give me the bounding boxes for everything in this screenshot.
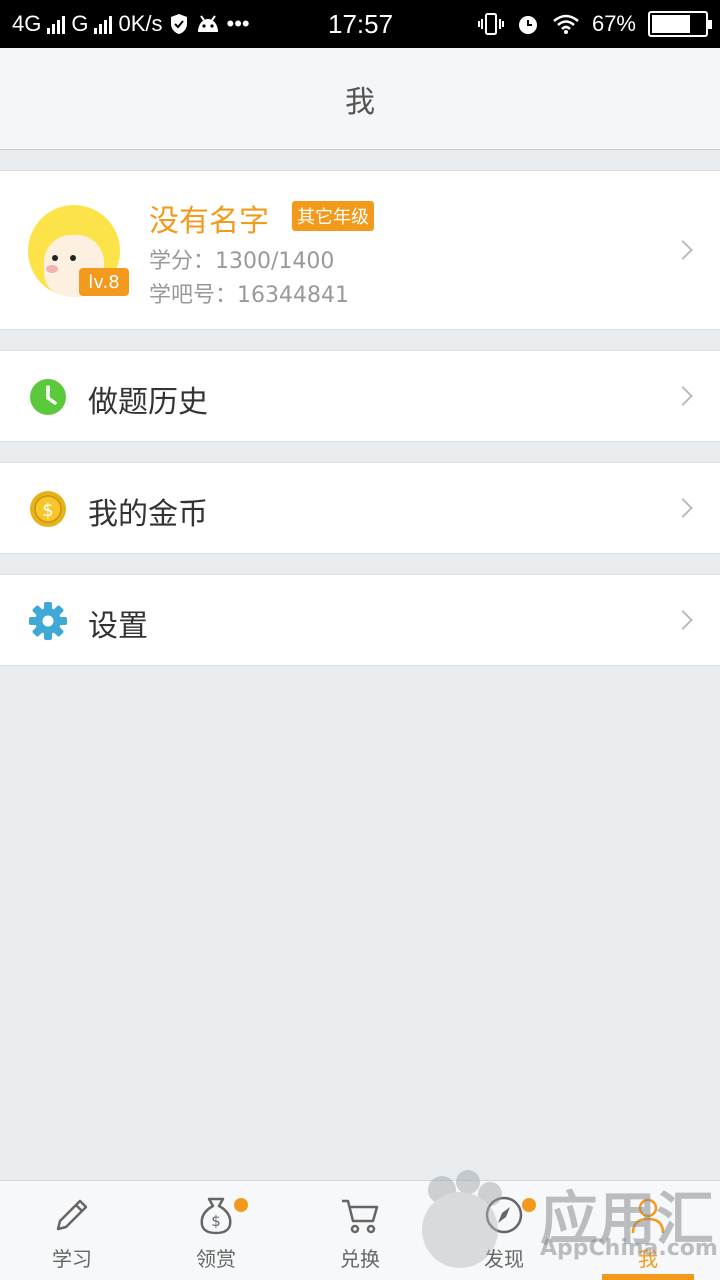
chevron-right-icon <box>673 498 693 518</box>
more-notifications-icon: ••• <box>226 11 250 36</box>
battery-percent: 67% <box>591 11 636 36</box>
tab-label: 兑换 <box>340 1247 380 1271</box>
notification-dot <box>234 1198 248 1212</box>
tab-label: 学习 <box>52 1247 92 1271</box>
page-header: 我 <box>0 48 720 150</box>
status-right: 67% <box>477 0 712 48</box>
clock-icon <box>30 379 66 415</box>
coin-icon: $ <box>30 491 66 527</box>
notification-dot <box>522 1198 536 1212</box>
avatar-eye-right <box>70 255 76 261</box>
menu-item-label: 设置 <box>88 609 148 644</box>
svg-text:$: $ <box>42 500 53 521</box>
pencil-icon <box>56 1199 88 1231</box>
menu-item-label: 做题历史 <box>88 385 208 420</box>
profile-name[interactable]: 没有名字 <box>149 196 269 240</box>
compass-icon <box>485 1196 523 1234</box>
avatar-cheek <box>46 265 58 273</box>
gear-icon <box>29 602 67 640</box>
money-bag-icon: $ <box>200 1197 232 1235</box>
alarm-icon <box>518 16 537 34</box>
status-time: 17:57 <box>328 9 394 39</box>
active-tab-indicator <box>602 1274 694 1280</box>
avatar-eye-left <box>52 255 58 261</box>
menu-item-label: 我的金币 <box>88 497 208 532</box>
tab-label: 我 <box>638 1247 658 1271</box>
status-bar: 4G G 0K/s ••• 17:57 67% <box>0 0 720 48</box>
profile-card[interactable] <box>0 170 720 330</box>
status-left: 4G G 0K/s ••• <box>12 11 250 37</box>
cart-icon <box>342 1199 379 1234</box>
person-icon <box>631 1198 665 1234</box>
android-icon <box>197 15 218 32</box>
signal-icon <box>47 14 66 34</box>
grade-badge: 其它年级 <box>292 201 374 231</box>
net-speed: 0K/s <box>118 11 163 36</box>
menu-item-settings[interactable]: 设置 <box>0 574 720 666</box>
tab-label: 领赏 <box>196 1247 236 1271</box>
battery-icon <box>648 11 712 37</box>
menu-item-coins[interactable]: $ 我的金币 <box>0 462 720 554</box>
chevron-right-icon <box>673 610 693 630</box>
page-title: 我 <box>345 84 375 120</box>
chevron-right-icon <box>673 240 693 260</box>
credits-text: 学分：1300/1400 <box>149 249 335 274</box>
signal-icon-2 <box>94 14 113 34</box>
vibrate-icon <box>477 13 504 35</box>
carrier2-type: G <box>71 11 89 36</box>
bottom-tab-bar: 学习 $ 领赏 兑换 发现 我 <box>0 1180 720 1280</box>
svg-text:$: $ <box>211 1212 221 1230</box>
network-type: 4G <box>12 11 42 36</box>
wifi-icon <box>553 14 579 34</box>
menu-item-history[interactable]: 做题历史 <box>0 350 720 442</box>
level-badge: lv.8 <box>79 268 129 296</box>
shield-icon <box>170 14 187 34</box>
tab-discover[interactable]: 发现 <box>432 1181 576 1280</box>
tab-label: 发现 <box>484 1247 524 1271</box>
tab-me[interactable]: 我 <box>576 1181 720 1280</box>
user-id-text: 学吧号：16344841 <box>149 283 349 308</box>
chevron-right-icon <box>673 386 693 406</box>
tab-reward[interactable]: $ 领赏 <box>144 1181 288 1280</box>
tab-study[interactable]: 学习 <box>0 1181 144 1280</box>
tab-exchange[interactable]: 兑换 <box>288 1181 432 1280</box>
